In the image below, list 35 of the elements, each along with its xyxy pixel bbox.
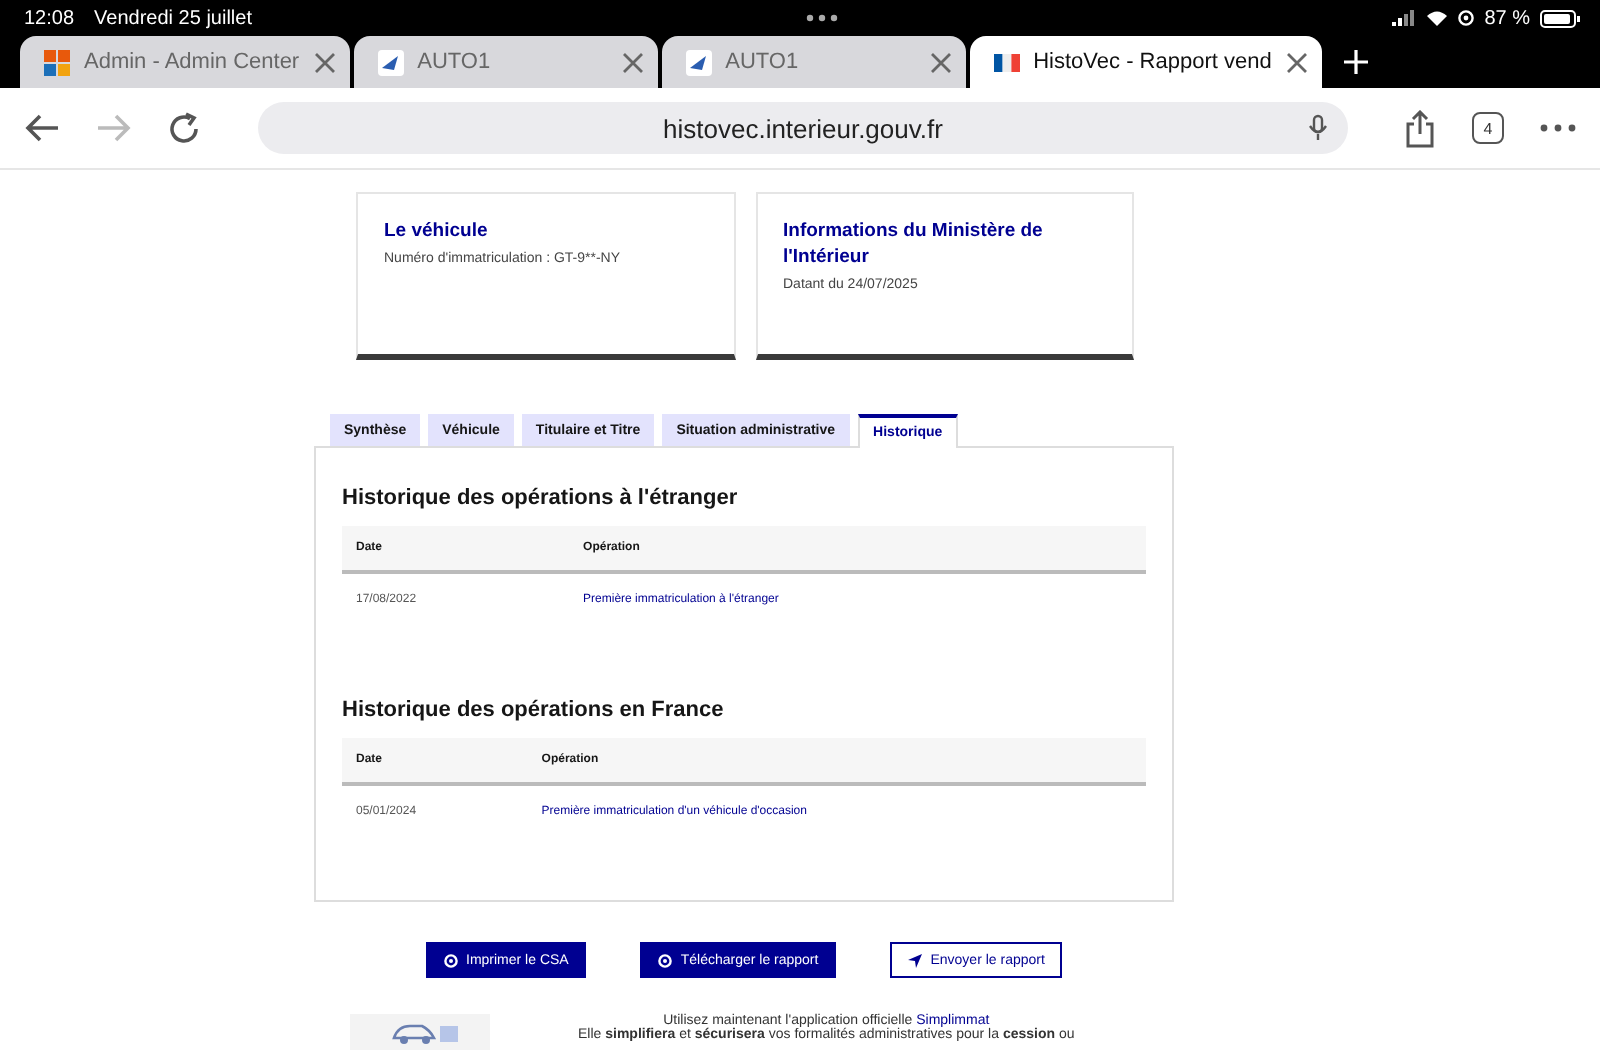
browser-tab[interactable]: Admin - Admin Center	[20, 36, 350, 88]
print-icon	[658, 953, 673, 967]
arrow-icon	[685, 49, 712, 75]
battery-percent: 87 %	[1484, 7, 1530, 29]
close-icon[interactable]	[313, 51, 336, 73]
wifi-icon	[1426, 10, 1449, 26]
close-icon[interactable]	[1285, 51, 1308, 73]
send-icon	[908, 953, 923, 967]
more-icon[interactable]	[1540, 124, 1576, 132]
print-icon	[444, 953, 458, 967]
browser-tab[interactable]: HistoVec - Rapport vend	[969, 36, 1322, 88]
browser-tab[interactable]: AUTO1	[661, 36, 966, 88]
grid-icon	[44, 49, 70, 75]
arrow-icon	[377, 49, 404, 75]
reload-icon[interactable]	[168, 111, 202, 145]
close-icon[interactable]	[621, 51, 644, 73]
address-field[interactable]: histovec.interieur.gouv.fr	[258, 102, 1348, 154]
share-icon[interactable]	[1404, 109, 1436, 147]
more-dots-icon[interactable]	[806, 14, 839, 22]
browser-tab[interactable]: AUTO1	[353, 36, 658, 88]
card-title: Informations du Ministère de l'Intérieur	[783, 218, 1045, 270]
section-title: Historique des opérations en France	[342, 698, 726, 722]
plus-icon[interactable]	[1341, 48, 1370, 76]
flag-icon	[993, 53, 1020, 71]
microphone-icon[interactable]	[1308, 114, 1328, 142]
battery-icon	[1540, 9, 1580, 27]
section-title: Historique des opérations à l'étranger	[342, 486, 740, 510]
clock-time: 12:08	[24, 7, 75, 29]
location-icon	[1458, 10, 1475, 26]
tab-count[interactable]: 4	[1472, 112, 1504, 144]
signal-icon	[1392, 10, 1417, 26]
status-date: Vendredi 25 juillet	[94, 7, 252, 29]
back-arrow-icon[interactable]	[24, 114, 60, 142]
close-icon[interactable]	[929, 51, 952, 73]
card-title: Le véhicule	[384, 218, 490, 244]
